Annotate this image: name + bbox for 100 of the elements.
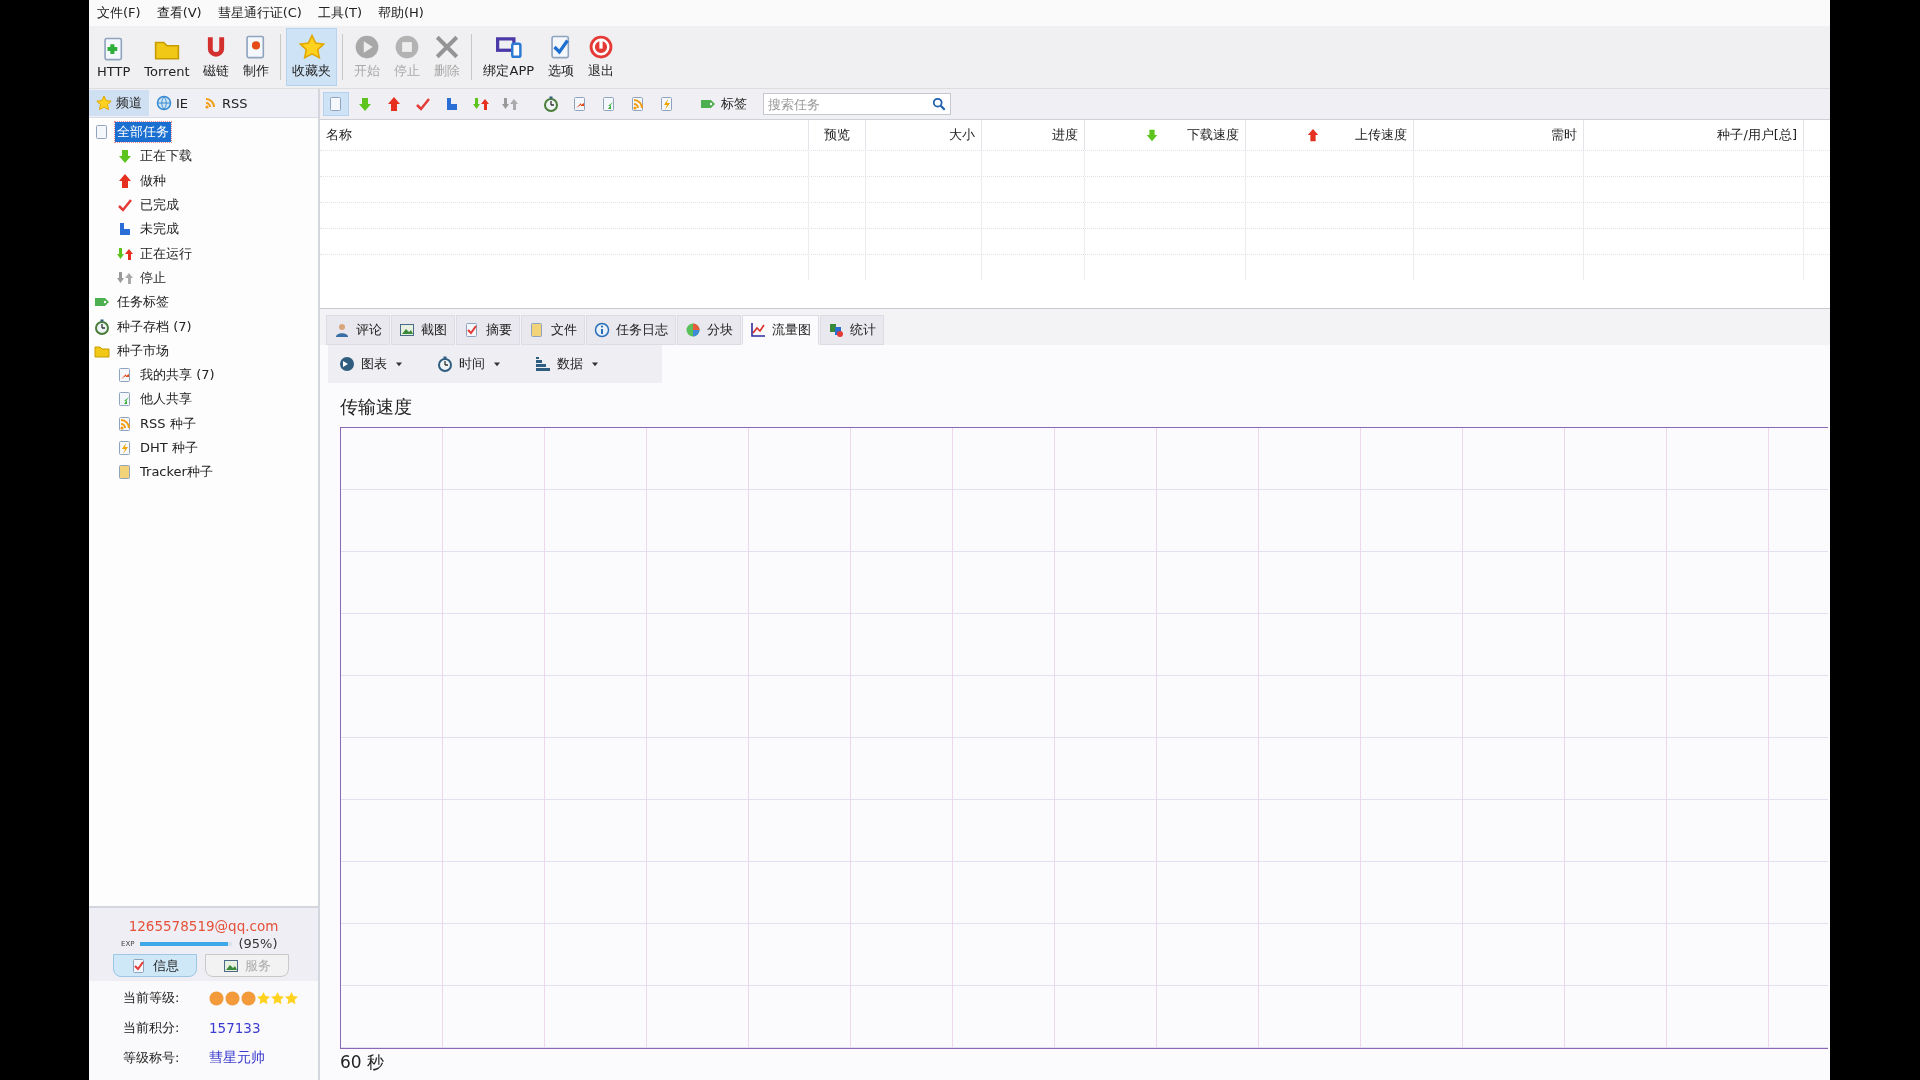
toolbar-button[interactable]: 制作 [237,28,276,86]
column-header[interactable]: 需时 [1414,120,1584,150]
field-label: 当前积分: [123,1019,181,1037]
image-icon [399,322,415,338]
star-icon [96,95,112,111]
tag-button[interactable]: 标签 [695,94,752,114]
globe-icon [156,95,172,111]
person-icon [334,322,350,338]
detail-tab[interactable]: 截图 [391,315,455,345]
tree-item[interactable]: 停止 [138,267,168,288]
down-arrow-icon [357,96,373,112]
lightning-document-icon [659,96,675,112]
image-icon [223,957,239,974]
star-icon [299,34,325,60]
document-icon [117,464,133,481]
toolbar-button[interactable]: 退出 [582,28,621,86]
account-tab[interactable]: 信息 [113,954,197,977]
line-chart-icon [750,322,766,338]
checklist-icon [464,322,480,338]
chart-title: 传输速度 [340,395,413,419]
delete-icon [434,34,461,60]
tree-item[interactable]: 种子存档 (7) [115,316,194,337]
toolbar-button[interactable]: 绑定APP [477,28,541,86]
clock-icon [94,318,110,335]
tree-item[interactable]: 任务标签 [115,292,171,313]
column-header[interactable]: 预览 [809,120,866,150]
cubes-icon [828,322,844,338]
column-header[interactable]: 大小 [866,120,982,150]
detail-tab[interactable]: 任务日志 [586,315,676,345]
sidebar-tab[interactable]: RSS [195,90,255,116]
axis-caption: 60 秒 [340,1051,386,1074]
tree-item[interactable]: 我的共享 (7) [138,365,217,386]
dropdown-button[interactable]: 图表 [334,354,410,374]
down-arrow-icon [117,148,133,165]
column-header[interactable]: 种子/用户[总] [1584,120,1804,150]
up-arrow-icon [117,172,133,189]
account-email: 1265578519@qq.com [127,918,280,934]
column-header[interactable]: 下载速度 [1085,120,1246,150]
tree-item[interactable]: 全部任务 [115,122,171,143]
star-icon [285,991,298,1005]
rss-document-icon [630,96,646,112]
menu-item[interactable]: 彗星通行证(C) [217,4,302,22]
tree-item[interactable]: 做种 [138,170,168,191]
column-header[interactable]: 进度 [982,120,1085,150]
block-icon [444,96,460,112]
menu-item[interactable]: 查看(V) [156,4,202,22]
tree-item[interactable]: 种子市场 [115,340,171,361]
stopwatch-icon [437,356,453,372]
column-header[interactable]: 名称 [320,120,809,150]
rss-document-icon [117,415,133,432]
toolbar-button[interactable]: Torrent [138,28,196,86]
up-arrow-icon [1306,128,1320,142]
down-arrow-icon [1145,128,1159,142]
stop-icon [394,34,421,60]
document-icon [328,96,344,112]
exp-reading: (95%) [238,936,278,951]
block-icon [117,221,133,238]
field-value: 157133 [209,1020,261,1036]
menu-item[interactable]: 工具(T) [317,4,362,22]
tree-item[interactable]: Tracker种子 [138,462,215,483]
menu-item[interactable]: 文件(F) [97,4,141,22]
detail-tab[interactable]: 文件 [521,315,585,345]
tree-item[interactable]: 未完成 [138,219,181,240]
detail-tab[interactable]: 摘要 [456,315,520,345]
detail-tab[interactable]: 分块 [677,315,741,345]
menu-item[interactable]: 帮助(H) [378,4,424,22]
up-down-arrows-icon [473,96,489,112]
field-label: 等级称号: [123,1049,181,1067]
sidebar-tab[interactable]: 频道 [89,90,149,116]
toolbar-button[interactable]: 磁链 [197,28,236,86]
pie-chart-icon [685,322,701,338]
column-header[interactable]: 上传速度 [1246,120,1414,150]
toolbar-button[interactable]: HTTP [91,28,137,86]
sun-icon [209,990,224,1006]
tree-item[interactable]: 他人共享 [138,389,194,410]
star-icon [257,991,270,1005]
filter-button[interactable] [323,92,349,116]
sidebar-tab[interactable]: IE [149,90,196,116]
tree-item[interactable]: 已完成 [138,195,181,216]
checklist-icon [131,957,147,974]
tree-item[interactable]: 正在运行 [138,243,194,264]
dropdown-button[interactable]: 数据 [530,354,606,374]
lightning-document-icon [117,440,133,456]
search-field[interactable]: 搜索任务 [763,93,951,115]
tree-item[interactable]: 正在下载 [138,146,194,167]
info-icon [594,322,610,338]
checkmark-icon [415,96,431,112]
detail-tab[interactable]: 流量图 [742,315,819,345]
detail-tab[interactable]: 评论 [326,315,390,345]
dropdown-button[interactable]: 时间 [432,354,508,374]
detail-tab[interactable]: 统计 [820,315,884,345]
bars-icon [535,356,551,372]
search-icon [932,97,946,111]
tree-item[interactable]: DHT 种子 [138,438,200,458]
up-arrow-icon [386,96,402,112]
tree-item[interactable]: RSS 种子 [138,413,198,434]
field-value: 彗星元帅 [209,1049,265,1067]
toolbar-button[interactable]: 选项 [542,28,581,86]
toolbar-button[interactable]: 收藏夹 [286,28,338,86]
up-down-arrows-icon [502,96,518,112]
